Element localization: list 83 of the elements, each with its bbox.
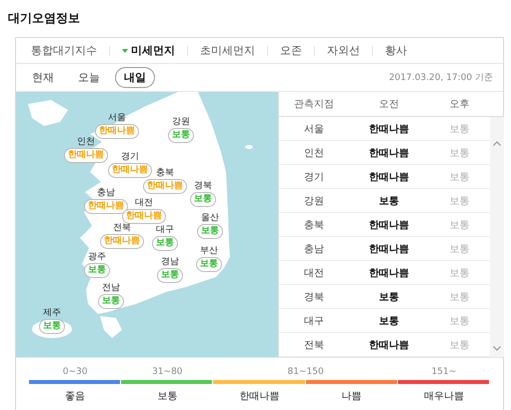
region-name: 경북 [194,181,212,192]
grade-badge: 보통 [190,192,216,207]
table-cell-text: 한때나쁨 [368,338,410,352]
table-cell-text: 강원 [303,194,325,208]
region-name: 대구 [156,225,174,236]
column-header: 오후 [448,98,470,111]
day-tab[interactable]: 내일 [115,67,155,88]
region-name: 부산 [200,246,218,257]
pollutant-tab[interactable]: 황사 [373,43,419,58]
grade-label: 한때나쁨 [240,390,280,403]
range-label: 31~80 [152,366,183,378]
region-name: 대전 [135,198,153,209]
table-cell-text: 한때나쁨 [368,170,410,184]
grade-label: 보통 [157,390,178,403]
grade-badge: 보통 [197,224,223,239]
table-cell-text: 전북 [303,338,325,352]
grade-badge: 한때나쁨 [108,163,152,178]
table-cell-text: 보통 [448,170,470,184]
table-cell-text: 경북 [303,290,325,304]
pollutant-tab[interactable]: 초미세먼지 [188,43,267,58]
table-cell-text: 충남 [303,242,325,256]
table-cell-text: 충북 [303,218,325,232]
section-title: 대기오염정보 [8,10,81,26]
table-cell-text: 보통 [448,146,470,160]
pollutant-tab[interactable]: 자외선 [315,43,372,58]
grade-badge: 보통 [152,236,178,251]
pollutant-tab[interactable]: 미세먼지 [110,43,187,58]
table-cell-text: 보통 [448,314,470,328]
table-cell-text: 한때나쁨 [368,242,410,256]
grade-badge: 보통 [84,263,110,278]
grade-badge: 보통 [39,319,65,334]
region-name: 서울 [108,113,126,124]
range-label: 0~30 [62,366,88,378]
grade-label: 좋음 [65,390,86,403]
column-header: 오전 [378,98,400,111]
region-name: 경남 [161,257,179,268]
region-name: 전남 [102,283,120,294]
table-cell-text: 보통 [448,242,470,256]
table-cell-text: 경기 [303,170,325,184]
region-name: 전북 [113,223,131,234]
grade-badge: 한때나쁨 [100,234,144,249]
grade-badge: 한때나쁨 [64,148,108,163]
table-cell-text: 보통 [448,122,470,136]
grade-badge: 보통 [168,128,194,143]
grade-badge: 한때나쁨 [95,124,139,139]
table-cell-text: 대구 [303,314,325,328]
table-cell-text: 보통 [448,218,470,232]
grade-badge: 한때나쁨 [122,209,166,224]
table-cell-text: 보통 [378,194,400,208]
grade-badge: 한때나쁨 [84,199,128,214]
grade-badge: 보통 [98,294,124,309]
pollutant-tab[interactable]: 오존 [268,43,314,58]
range-label: 151~ [432,366,456,378]
region-name: 광주 [88,252,106,263]
region-name: 강원 [172,117,190,128]
table-cell-text: 대전 [303,266,325,280]
region-name: 충북 [156,168,174,179]
grade-badge: 한때나쁨 [143,179,187,194]
table-cell-text: 보통 [448,338,470,352]
table-cell-text: 보통 [378,314,400,328]
table-cell-text: 서울 [303,122,325,136]
region-name: 경기 [121,152,139,163]
table-cell-text: 한때나쁨 [368,266,410,280]
pollutant-tab[interactable]: 통합대기지수 [31,43,109,58]
table-cell-text: 인천 [303,146,325,160]
range-label: 81~150 [288,366,324,378]
table-cell-text: 한때나쁨 [368,122,410,136]
table-cell-text: 보통 [378,290,400,304]
table-cell-text: 보통 [448,266,470,280]
column-header: 관측지점 [293,98,335,111]
grade-label: 매우나쁨 [424,390,464,403]
table-cell-text: 한때나쁨 [368,218,410,232]
region-name: 제주 [43,308,61,319]
grade-badge: 보통 [157,268,183,283]
table-cell-text: 보통 [448,290,470,304]
timestamp: 2017.03.20, 17:00 기준 [388,72,493,84]
grade-label: 나쁨 [342,390,362,403]
grade-badge: 보통 [196,257,222,272]
table-cell-text: 보통 [448,194,470,208]
table-cell-text: 한때나쁨 [368,146,410,160]
region-name: 인천 [77,137,95,148]
region-name: 울산 [201,213,219,224]
region-name: 충남 [97,188,115,199]
